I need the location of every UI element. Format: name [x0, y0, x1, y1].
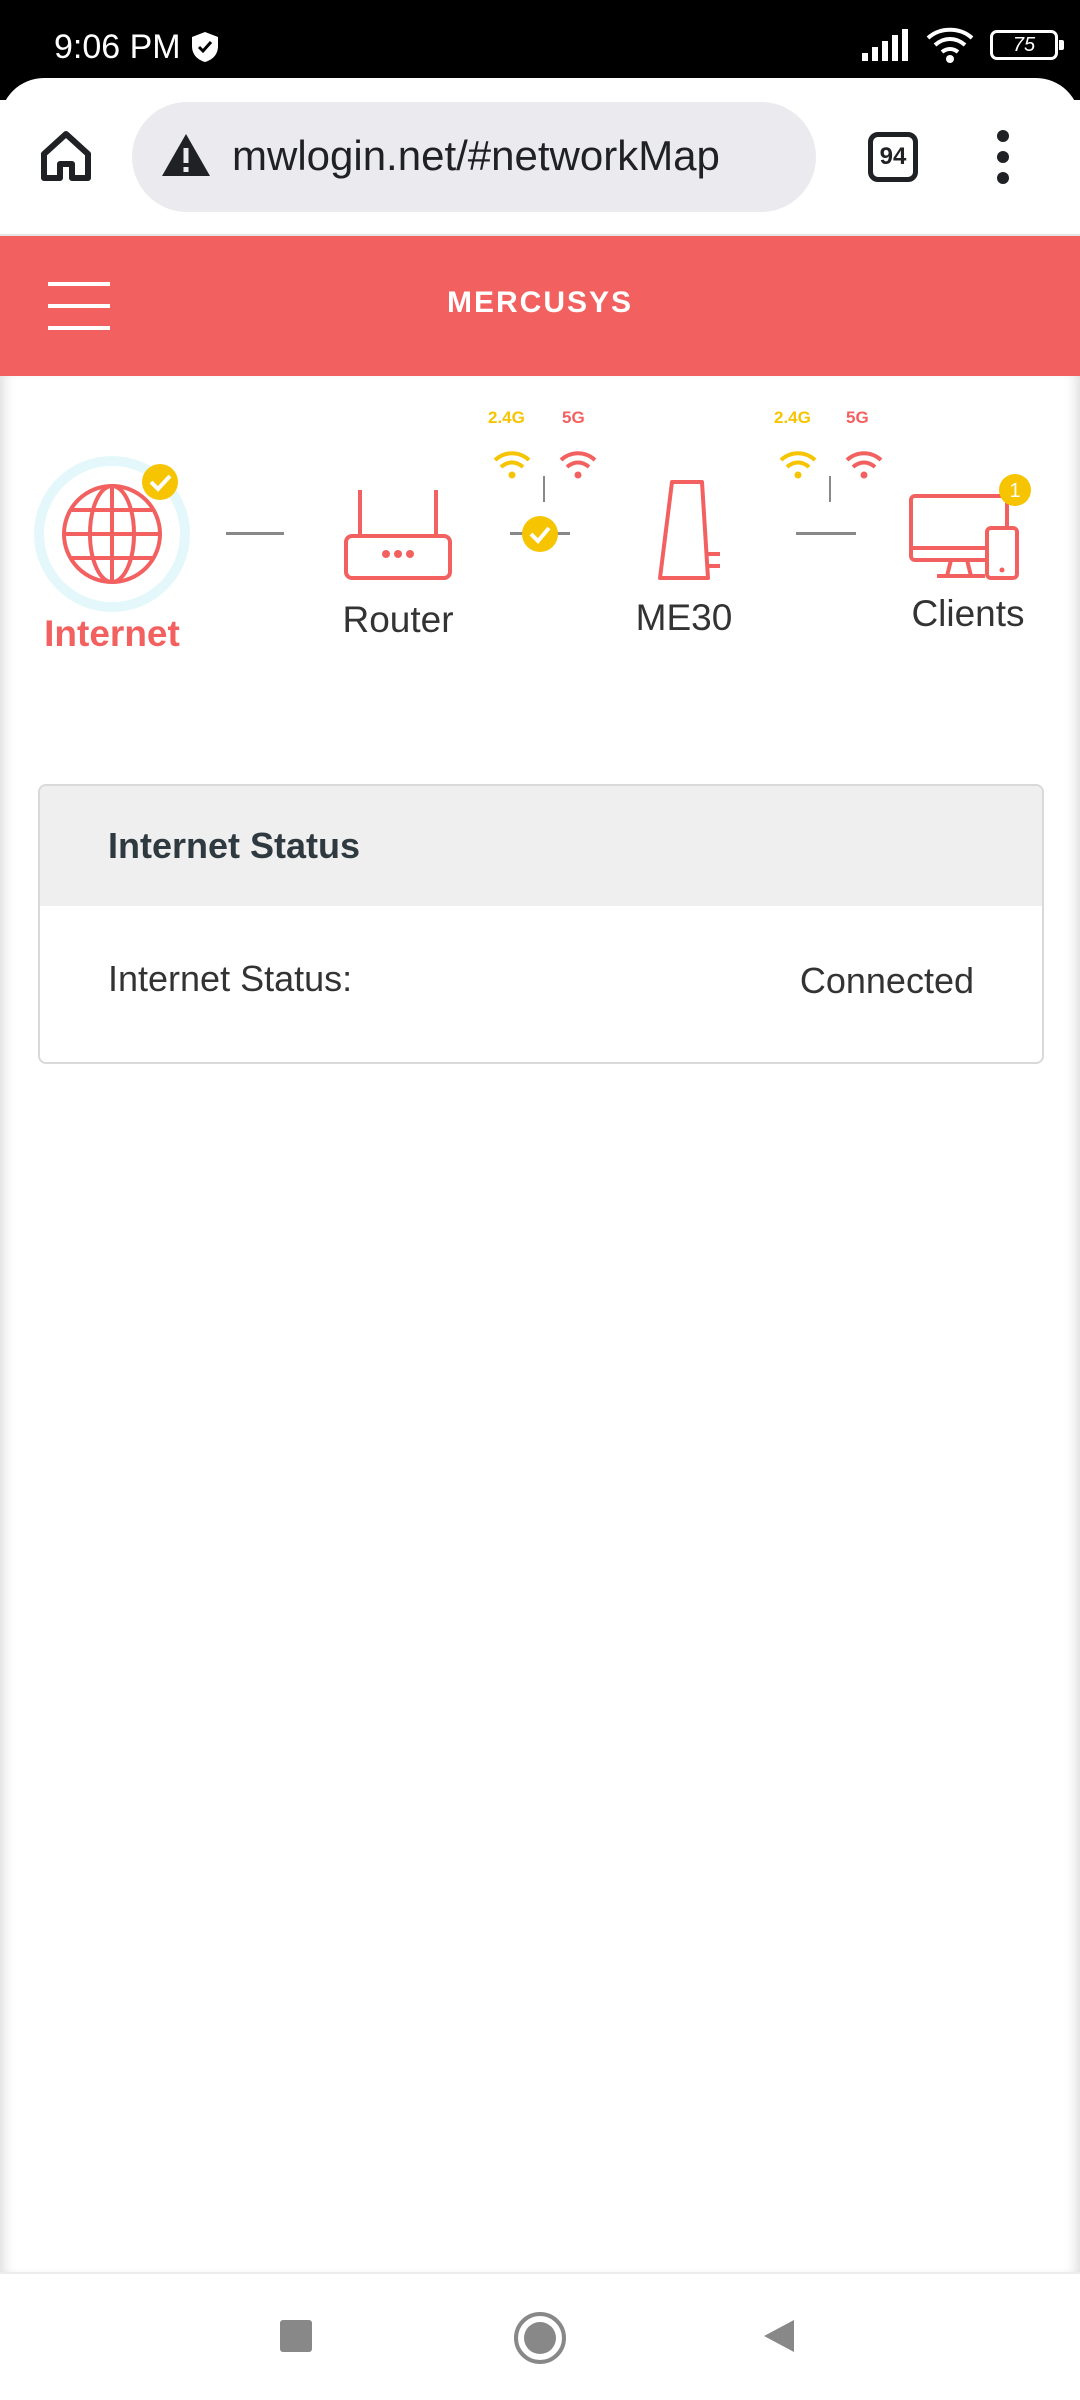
- node-label-clients: Clients: [911, 593, 1025, 634]
- wifi-icon: [926, 27, 974, 63]
- node-label-me30: ME30: [635, 597, 733, 638]
- tab-switcher-button[interactable]: 94: [868, 132, 918, 182]
- address-bar[interactable]: mwlogin.net/#networkMap: [132, 102, 816, 212]
- battery-indicator: 75: [990, 30, 1064, 60]
- globe-icon: [34, 456, 190, 612]
- system-nav-bar: [0, 2272, 1080, 2400]
- status-value: Connected: [799, 960, 974, 1001]
- node-router[interactable]: Router: [318, 486, 478, 641]
- router-icon: [344, 490, 452, 580]
- node-internet[interactable]: Internet: [32, 454, 192, 655]
- node-me30[interactable]: ME30: [604, 474, 764, 639]
- internet-status-card: Internet Status Internet Status: Connect…: [38, 784, 1044, 1064]
- wifi-24g-icon: [779, 451, 817, 479]
- clients-icon: 1: [909, 474, 1031, 580]
- connector-line: [796, 532, 856, 535]
- clients-count-badge: 1: [1009, 480, 1020, 502]
- node-label-router: Router: [342, 599, 454, 640]
- status-row: Internet Status: Connected: [40, 906, 1042, 1062]
- url-text[interactable]: mwlogin.net/#networkMap: [232, 132, 720, 180]
- main-content: Internet Router 2.4G 5G ME30 2.4G 5G 1 C…: [0, 376, 1080, 2272]
- more-menu-icon[interactable]: [994, 128, 1012, 186]
- connector-line: [226, 532, 284, 535]
- wifi-24g-icon: [493, 451, 531, 479]
- node-clients[interactable]: 1 Clients: [888, 472, 1048, 635]
- band-label-24g: 2.4G: [774, 408, 811, 427]
- warning-icon[interactable]: [160, 132, 212, 178]
- shield-icon: [192, 32, 218, 62]
- band-divider: [829, 476, 831, 502]
- extender-icon: [658, 480, 720, 580]
- app-header: MERCUSYS: [0, 236, 1080, 376]
- band-label-24g: 2.4G: [488, 408, 525, 427]
- status-time: 9:06 PM: [54, 28, 181, 66]
- home-icon[interactable]: [36, 126, 96, 186]
- brand-logo: MERCUSYS: [446, 286, 634, 319]
- status-icons: 75: [860, 26, 1064, 64]
- card-title: Internet Status: [40, 786, 1042, 906]
- wifi-5g-icon: [845, 451, 883, 479]
- signal-icon: [862, 29, 908, 61]
- band-label-5g: 5G: [562, 408, 585, 427]
- band-divider: [543, 476, 545, 502]
- band-label-5g: 5G: [846, 408, 869, 427]
- wifi-5g-icon: [559, 451, 597, 479]
- node-label-internet: Internet: [44, 613, 180, 654]
- back-icon[interactable]: [760, 2316, 800, 2356]
- home-circle-icon[interactable]: [512, 2310, 568, 2366]
- status-label: Internet Status:: [108, 958, 353, 999]
- recents-icon[interactable]: [276, 2316, 316, 2356]
- browser-toolbar: mwlogin.net/#networkMap 94: [0, 78, 1080, 236]
- check-icon: [522, 516, 558, 552]
